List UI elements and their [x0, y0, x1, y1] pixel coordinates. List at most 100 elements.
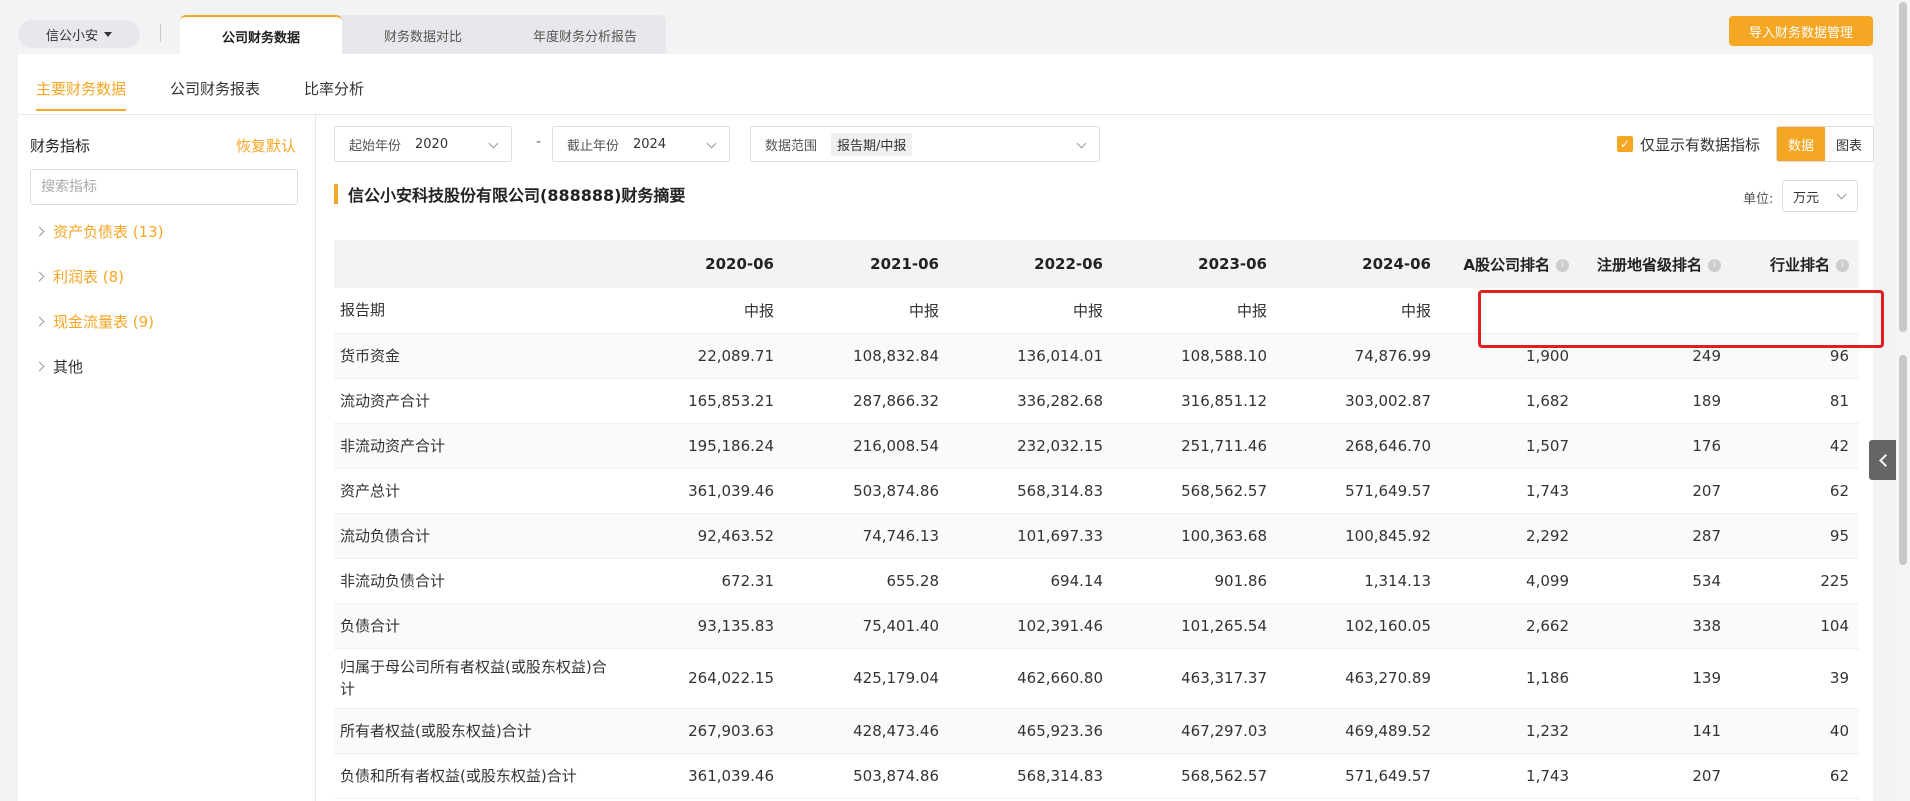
sidebar-item-income-statement[interactable]: 利润表 (8) — [34, 266, 124, 287]
table-cell: 40 — [1731, 708, 1859, 754]
row-label: 负债合计 — [334, 603, 624, 649]
table-cell: 62 — [1731, 753, 1859, 799]
table-cell: 189 — [1579, 378, 1731, 424]
table-cell: 42 — [1731, 423, 1859, 469]
table-cell: 62 — [1731, 468, 1859, 514]
row-label: 归属于母公司所有者权益(或股东权益)合计 — [334, 648, 624, 709]
table-cell: 428,473.46 — [784, 708, 949, 754]
table-cell: 92,463.52 — [624, 513, 784, 559]
tab-annual-report[interactable]: 年度财务分析报告 — [504, 15, 666, 55]
table-row: 负债合计 93,135.83 75,401.40 102,391.46 101,265.… — [334, 603, 1859, 649]
sub-tabs: 主要财务数据 公司财务报表 比率分析 — [36, 78, 364, 111]
row-label: 货币资金 — [334, 333, 624, 379]
table-cell: 中报 — [1113, 288, 1277, 334]
title-accent — [334, 184, 338, 204]
info-icon[interactable]: i — [1708, 258, 1721, 272]
view-data-button[interactable]: 数据 — [1777, 127, 1825, 161]
table-cell: 901.86 — [1113, 558, 1277, 604]
subtab-statements[interactable]: 公司财务报表 — [170, 78, 260, 111]
table-cell: 287 — [1579, 513, 1731, 559]
range-dash: - — [536, 134, 542, 150]
sidebar-item-other[interactable]: 其他 — [34, 356, 84, 377]
table-row: 资产总计 361,039.46 503,874.86 568,314.83 568,56… — [334, 468, 1859, 514]
table-cell: 中报 — [624, 288, 784, 334]
table-cell: 655.28 — [784, 558, 949, 604]
table-cell: 101,697.33 — [949, 513, 1113, 559]
row-label: 资产总计 — [334, 468, 624, 514]
unit-label: 单位: — [1743, 192, 1774, 207]
chevron-right-icon — [34, 316, 45, 327]
table-cell: 267,903.63 — [624, 708, 784, 754]
import-data-button[interactable]: 导入财务数据管理 — [1729, 16, 1873, 46]
info-icon[interactable]: i — [1556, 258, 1569, 272]
table-cell: 176 — [1579, 423, 1731, 469]
table-cell: 287,866.32 — [784, 378, 949, 424]
table-cell: 336,282.68 — [949, 378, 1113, 424]
table-cell: 101,265.54 — [1113, 603, 1277, 649]
caret-down-icon — [104, 31, 112, 37]
table-header: 2020-06 2021-06 2022-06 2023-06 2024-06 … — [334, 240, 1859, 288]
only-data-checkbox[interactable]: ✓ — [1617, 136, 1633, 152]
chevron-right-icon — [34, 271, 45, 282]
subtab-ratio[interactable]: 比率分析 — [304, 78, 364, 111]
info-icon[interactable]: i — [1836, 258, 1849, 272]
end-year-select[interactable]: 截止年份 2024 — [552, 126, 730, 162]
table-cell: 75,401.40 — [784, 603, 949, 649]
table-cell: 74,876.99 — [1277, 333, 1441, 379]
column-header: 2023-06 — [1113, 240, 1277, 288]
unit-value: 万元 — [1793, 190, 1820, 206]
table-cell: 463,317.37 — [1113, 648, 1277, 709]
table-cell: 571,649.57 — [1277, 753, 1441, 799]
table-cell: 81 — [1731, 378, 1859, 424]
table-cell: 108,588.10 — [1113, 333, 1277, 379]
data-range-select[interactable]: 数据范围 报告期/中报 — [750, 126, 1100, 162]
view-toggle: 数据 图表 — [1776, 126, 1874, 162]
main-panel: 主要财务数据 公司财务报表 比率分析 财务指标 恢复默认 资产负债表 (13) … — [18, 54, 1884, 801]
row-label: 流动负债合计 — [334, 513, 624, 559]
company-selector[interactable]: 信公小安 — [18, 20, 140, 48]
table-cell: 中报 — [949, 288, 1113, 334]
subtab-main-data[interactable]: 主要财务数据 — [36, 78, 127, 111]
table-cell: 463,270.89 — [1277, 648, 1441, 709]
table-cell: 694.14 — [949, 558, 1113, 604]
sidebar-item-cashflow[interactable]: 现金流量表 (9) — [34, 311, 154, 332]
table-cell: 1,232 — [1441, 708, 1579, 754]
indicator-search-input[interactable] — [30, 169, 298, 205]
scroll-thumb[interactable] — [1899, 355, 1907, 565]
table-cell: 469,489.52 — [1277, 708, 1441, 754]
table-cell: 22,089.71 — [624, 333, 784, 379]
table-cell: 264,022.15 — [624, 648, 784, 709]
table-cell: 1,682 — [1441, 378, 1579, 424]
tab-financial-compare[interactable]: 财务数据对比 — [342, 15, 504, 55]
table-cell: 165,853.21 — [624, 378, 784, 424]
page-scrollbar[interactable] — [1896, 0, 1910, 801]
table-row: 流动资产合计 165,853.21 287,866.32 336,282.68 316,… — [334, 378, 1859, 424]
scroll-thumb[interactable] — [1899, 2, 1907, 332]
end-year-value: 2024 — [633, 136, 667, 152]
reset-default-link[interactable]: 恢复默认 — [236, 135, 296, 156]
sidebar-item-label: 其他 — [53, 358, 84, 376]
unit-select[interactable]: 万元 — [1782, 180, 1858, 212]
chevron-down-icon — [488, 138, 499, 149]
start-year-select[interactable]: 起始年份 2020 — [334, 126, 512, 162]
start-year-value: 2020 — [415, 136, 449, 152]
table-cell: 462,660.80 — [949, 648, 1113, 709]
tab-company-financial-data[interactable]: 公司财务数据 — [180, 15, 342, 55]
table-cell: 207 — [1579, 468, 1731, 514]
column-header: 2022-06 — [949, 240, 1113, 288]
table-cell: 1,743 — [1441, 753, 1579, 799]
table-cell: 2,662 — [1441, 603, 1579, 649]
row-label: 非流动资产合计 — [334, 423, 624, 469]
sidebar-title: 财务指标 — [30, 137, 91, 155]
table-cell: 503,874.86 — [784, 468, 949, 514]
row-label: 所有者权益(或股东权益)合计 — [334, 708, 624, 754]
column-header-province-rank: 注册地省级排名 i — [1579, 240, 1731, 288]
column-header-label: A股公司排名 — [1463, 255, 1550, 274]
table-cell: 207 — [1579, 753, 1731, 799]
table-cell: 467,297.03 — [1113, 708, 1277, 754]
collapse-panel-button[interactable] — [1869, 440, 1897, 480]
data-range-tag: 报告期/中报 — [831, 132, 913, 156]
table-cell: 2,292 — [1441, 513, 1579, 559]
view-chart-button[interactable]: 图表 — [1825, 127, 1873, 161]
sidebar-item-balance-sheet[interactable]: 资产负债表 (13) — [34, 221, 164, 242]
